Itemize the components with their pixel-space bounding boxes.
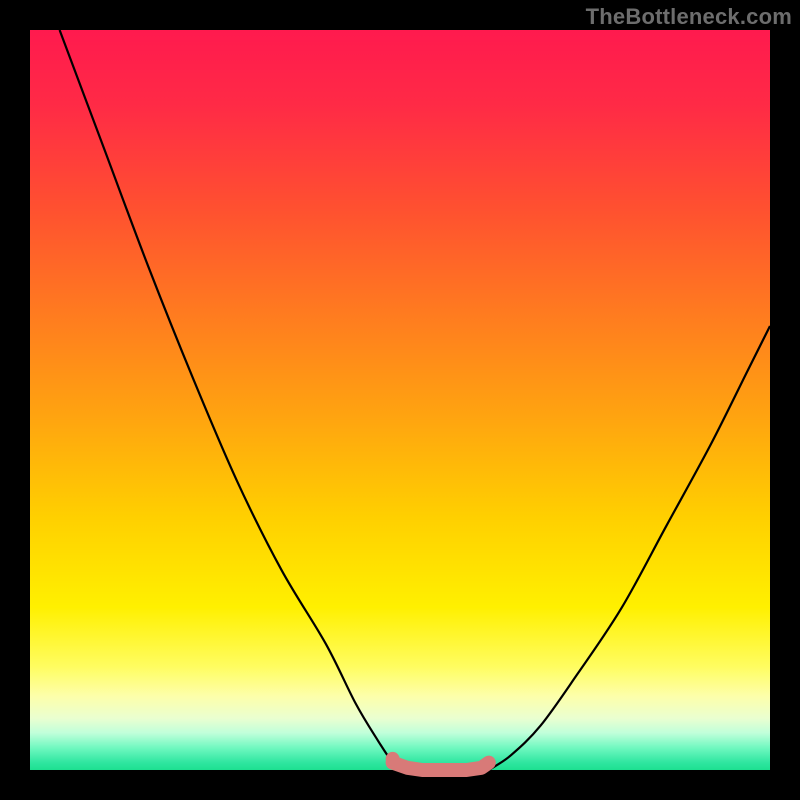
chart-svg bbox=[30, 30, 770, 770]
chart-frame: TheBottleneck.com bbox=[0, 0, 800, 800]
left-curve bbox=[60, 30, 400, 770]
plot-area bbox=[30, 30, 770, 770]
right-curve bbox=[489, 326, 770, 770]
band-dot bbox=[386, 752, 400, 766]
bottom-band bbox=[393, 763, 489, 770]
watermark-text: TheBottleneck.com bbox=[586, 4, 792, 30]
